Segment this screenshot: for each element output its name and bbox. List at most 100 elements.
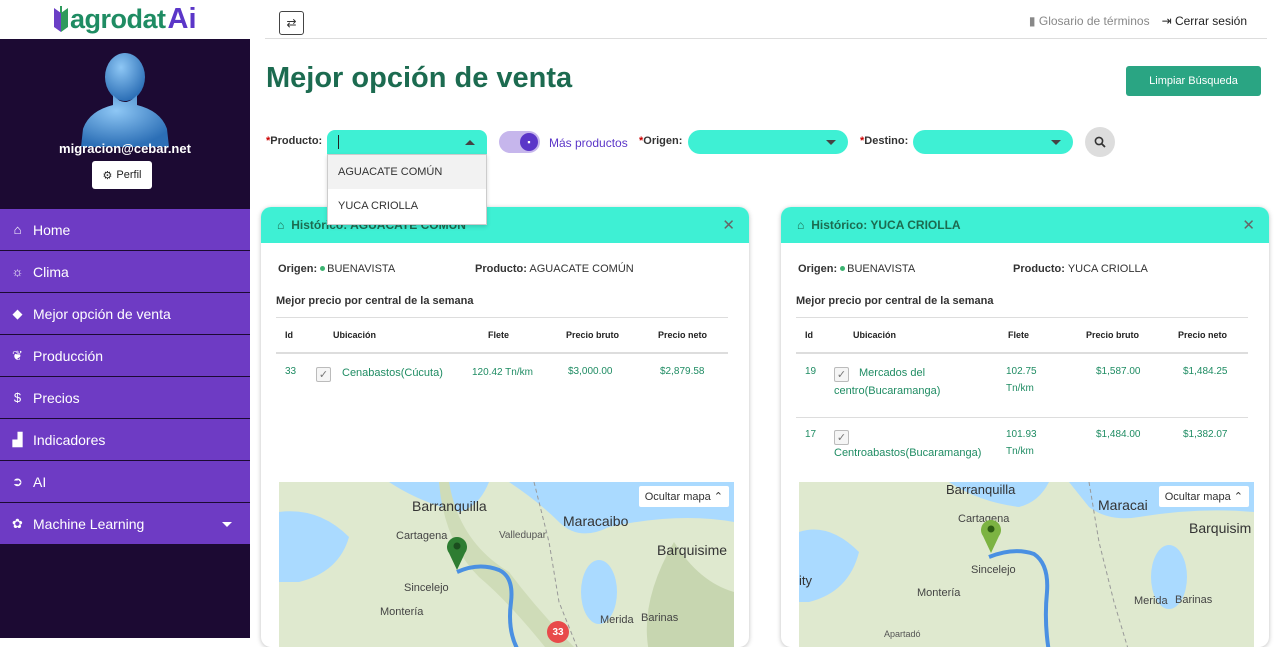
historico-card: ⌂ Histórico: AGUACATE COMÚN ✕ Origen: BUE…	[261, 207, 749, 647]
brain-icon: ✿	[12, 515, 23, 531]
brand-ai: Ai	[167, 2, 197, 35]
close-icon[interactable]: ✕	[722, 216, 735, 234]
clear-search-button[interactable]: Limpiar Búsqueda	[1126, 66, 1261, 96]
route-map[interactable]: Barranquilla Maracai Cartagena Barquisim…	[799, 482, 1254, 647]
map-pin-icon[interactable]	[446, 535, 468, 571]
user-email: migracion@cebar.net	[59, 141, 191, 156]
map-label: Maracai	[1098, 497, 1148, 513]
origen-value: BUENAVISTA	[847, 263, 916, 275]
col-precio-bruto: Precio bruto	[1086, 330, 1140, 340]
glossary-link[interactable]: ▮ Glosario de términos	[1029, 14, 1150, 28]
cell-ubicacion-line2: centro(Bucaramanga)	[834, 385, 941, 397]
map-label: Merida	[600, 614, 634, 626]
status-dot	[320, 266, 326, 272]
profile-panel: migracion@cebar.net ⚙ Perfil	[0, 39, 250, 209]
hide-map-button[interactable]: Ocultar mapa ⌃	[638, 486, 729, 507]
glossary-label: Glosario de términos	[1038, 14, 1150, 28]
map-label: Barquisime	[657, 542, 728, 558]
row-checkbox[interactable]: ✓	[834, 367, 849, 382]
map-label: Barranquilla	[946, 482, 1016, 497]
close-icon[interactable]: ✕	[1242, 216, 1255, 234]
arrow-circle-icon: ➲	[12, 473, 23, 489]
origen-select[interactable]	[688, 130, 848, 154]
cell-bruto: $1,587.00	[1096, 366, 1141, 377]
producto-select[interactable]	[327, 130, 487, 154]
map-label: Cartagena	[396, 530, 448, 542]
tag-icon: ◆	[12, 305, 23, 321]
cell-flete: 102.75	[1006, 366, 1037, 377]
swap-icon: ⇄	[286, 16, 297, 30]
sidebar-item-mejor-opcion[interactable]: ◆ Mejor opción de venta	[0, 293, 250, 335]
profile-button[interactable]: ⚙ Perfil	[92, 161, 152, 189]
sidebar-footer	[0, 545, 250, 638]
table-header: Id Ubicación Flete Precio bruto Precio n…	[276, 317, 728, 354]
sidebar-item-label: Precios	[33, 389, 80, 406]
home-icon: ⌂	[797, 218, 805, 232]
dropdown-option[interactable]: AGUACATE COMÚN	[328, 155, 486, 189]
cell-ubicacion: Cenabastos(Cúcuta)	[342, 367, 443, 379]
cell-id: 33	[285, 366, 297, 377]
col-flete: Flete	[488, 330, 510, 340]
producto-label-text: Producto:	[270, 135, 323, 147]
table-row: 19 ✓ Mercados del centro(Bucaramanga) 10…	[796, 366, 1248, 418]
book-icon: ▮	[1028, 14, 1039, 28]
route-map[interactable]: Barranquilla Maracaibo Cartagena Valledu…	[279, 482, 734, 647]
row-checkbox[interactable]: ✓	[316, 367, 331, 382]
card-title: Histórico: YUCA CRIOLLA	[811, 218, 961, 232]
origen-label: *Origen:	[639, 135, 682, 147]
sidebar-item-label: Mejor opción de venta	[33, 305, 171, 322]
chevron-down-icon	[1051, 140, 1061, 145]
col-id: Id	[285, 330, 293, 340]
historico-card: ⌂ Histórico: YUCA CRIOLLA ✕ Origen: BUENA…	[781, 207, 1269, 647]
brand-logo[interactable]: agrodat Ai	[52, 2, 197, 36]
cell-neto: $1,484.25	[1183, 366, 1228, 377]
dropdown-option[interactable]: YUCA CRIOLLA	[328, 189, 486, 223]
hide-map-button[interactable]: Ocultar mapa ⌃	[1158, 486, 1249, 507]
map-label: Barinas	[641, 612, 679, 624]
sidebar-item-clima[interactable]: ☼ Clima	[0, 251, 250, 293]
home-icon: ⌂	[277, 218, 285, 232]
row-checkbox[interactable]: ✓	[834, 430, 849, 445]
destino-select[interactable]	[913, 130, 1073, 154]
map-pin-icon[interactable]	[980, 518, 1002, 554]
sidebar-item-precios[interactable]: $ Precios	[0, 377, 250, 419]
logout-link[interactable]: ⇥ Cerrar sesión	[1162, 14, 1247, 28]
origen-info-label: Origen:	[798, 263, 838, 275]
chevron-up-icon: ⌃	[713, 491, 723, 503]
producto-dropdown: AGUACATE COMÚN YUCA CRIOLLA	[327, 154, 487, 225]
table-header: Id Ubicación Flete Precio bruto Precio n…	[796, 317, 1248, 354]
cell-flete: 120.42 Tn/km	[472, 367, 533, 378]
profile-button-label: Perfil	[116, 169, 142, 181]
status-dot	[840, 266, 846, 272]
map-label: Barquisim	[1189, 520, 1252, 536]
chevron-up-icon: ⌃	[1233, 491, 1243, 503]
sidebar-item-home[interactable]: ⌂ Home	[0, 209, 250, 251]
top-bar: ⇄ ▮ Glosario de términos ⇥ Cerrar sesión	[265, 0, 1267, 39]
map-label: Maracaibo	[563, 513, 629, 529]
map-label: Montería	[917, 587, 961, 599]
cell-flete: 101.93	[1006, 429, 1037, 440]
sidebar-toggle-button[interactable]: ⇄	[279, 11, 304, 35]
col-precio-neto: Precio neto	[1178, 330, 1228, 340]
mas-productos-label: Más productos	[549, 136, 628, 150]
cell-id: 19	[805, 366, 817, 377]
dollar-icon: $	[13, 390, 22, 405]
sidebar-item-produccion[interactable]: ❦ Producción	[0, 335, 250, 377]
lock-icon: ▪	[520, 133, 538, 151]
producto-value: AGUACATE COMÚN	[529, 263, 634, 275]
sun-icon: ☼	[11, 264, 24, 279]
cell-id: 17	[805, 429, 817, 440]
sidebar-item-ai[interactable]: ➲ AI	[0, 461, 250, 503]
origen-info-label: Origen:	[278, 263, 318, 275]
sidebar-item-indicadores[interactable]: ▟ Indicadores	[0, 419, 250, 461]
map-marker[interactable]: 33	[547, 621, 569, 643]
brand-word: agrodat	[70, 3, 166, 34]
mas-productos-toggle[interactable]: ▪	[499, 131, 540, 153]
avatar	[81, 53, 169, 147]
sidebar-item-label: Clima	[33, 263, 69, 280]
hide-map-label: Ocultar mapa	[644, 491, 711, 503]
map-label: Valledupar	[499, 530, 547, 541]
search-button[interactable]	[1085, 127, 1115, 157]
sidebar-item-machine-learning[interactable]: ✿ Machine Learning	[0, 503, 250, 545]
col-ubicacion: Ubicación	[333, 330, 377, 340]
